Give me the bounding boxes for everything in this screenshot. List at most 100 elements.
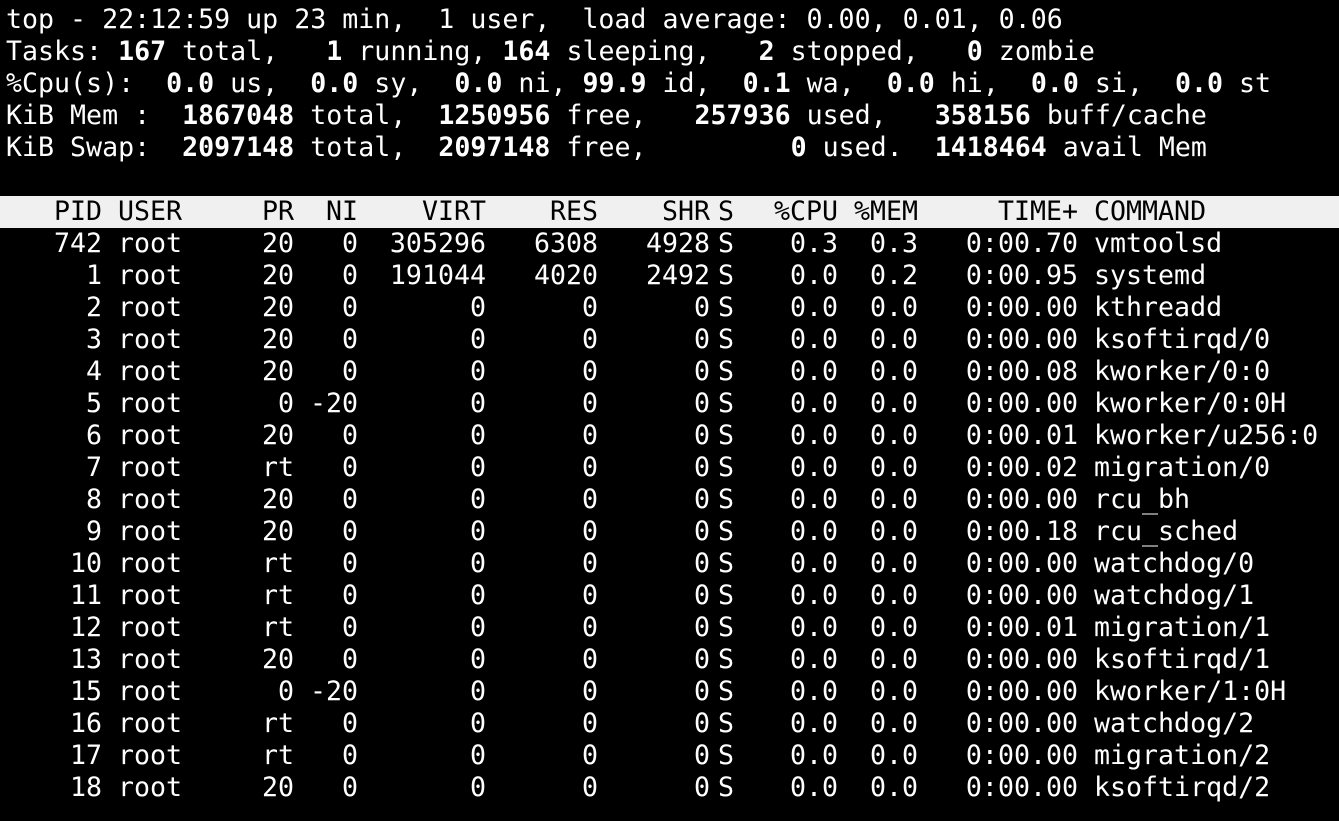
swap-avail-label: avail Mem	[1046, 132, 1207, 163]
table-row[interactable]: 18 root 20 0 0 0 0 S 0.0 0.0 0:00.00 ksoftirqd/2	[0, 772, 1339, 804]
cell-user: root	[118, 644, 183, 675]
cpu-ni: 0.0	[454, 68, 503, 99]
cell-shr: 0	[693, 292, 710, 323]
cell-cpu: 0.0	[789, 580, 838, 611]
cell-mem: 0.0	[869, 644, 918, 675]
table-row[interactable]: 11 root rt 0 0 0 0 S 0.0 0.0 0:00.00 watchdog/1	[0, 580, 1339, 612]
cell-pid: 10	[69, 548, 102, 579]
cell-res: 0	[581, 356, 598, 387]
cell-shr: 0	[693, 324, 710, 355]
table-row[interactable]: 7 root rt 0 0 0 0 S 0.0 0.0 0:00.02 migration/0	[0, 452, 1339, 484]
col-res[interactable]: RES	[486, 196, 598, 228]
cell-cpu: 0.0	[789, 740, 838, 771]
mem-free-label: free,	[550, 100, 647, 131]
cell-ni: -20	[309, 388, 358, 419]
cell-ni: 0	[341, 612, 358, 643]
col-cpu[interactable]: %CPU	[742, 196, 838, 228]
col-s[interactable]: S	[710, 196, 742, 228]
col-shr[interactable]: SHR	[598, 196, 710, 228]
cell-time: 0:00.01	[965, 612, 1078, 643]
cell-pid: 13	[69, 644, 102, 675]
col-mem[interactable]: %MEM	[838, 196, 918, 228]
cell-mem: 0.2	[869, 260, 918, 291]
cell-time: 0:00.01	[965, 420, 1078, 451]
cell-command: watchdog/1	[1094, 580, 1255, 611]
cell-pid: 4	[85, 356, 102, 387]
cell-time: 0:00.00	[965, 740, 1078, 771]
table-row[interactable]: 742 root 20 0 305296 6308 4928 S 0.3 0.3 0:00.70 vm…	[0, 228, 1339, 260]
cell-mem: 0.0	[869, 356, 918, 387]
cell-res: 6308	[533, 228, 598, 259]
cell-virt: 0	[469, 548, 486, 579]
cell-mem: 0.3	[869, 228, 918, 259]
cell-time: 0:00.00	[965, 548, 1078, 579]
cell-pid: 1	[85, 260, 102, 291]
cell-time: 0:00.00	[965, 772, 1078, 803]
cell-user: root	[118, 292, 183, 323]
table-row[interactable]: 13 root 20 0 0 0 0 S 0.0 0.0 0:00.00 ksoftirqd/1	[0, 644, 1339, 676]
cell-s: S	[717, 452, 734, 483]
cell-s: S	[717, 772, 734, 803]
table-row[interactable]: 1 root 20 0 191044 4020 2492 S 0.0 0.2 0:00.95 syst…	[0, 260, 1339, 292]
terminal-window[interactable]: top - 22:12:59 up 23 min, 1 user, load a…	[0, 0, 1339, 821]
cell-command: ksoftirqd/2	[1094, 772, 1271, 803]
cell-cpu: 0.0	[789, 292, 838, 323]
cpu-id-label: id,	[646, 68, 711, 99]
col-user[interactable]: USER	[102, 196, 246, 228]
cell-pid: 2	[85, 292, 102, 323]
cell-shr: 0	[693, 548, 710, 579]
mem-total: 1867048	[182, 100, 295, 131]
swap-line: KiB Swap: 2097148 total, 2097148 free, 0…	[0, 132, 1339, 164]
cell-res: 0	[581, 676, 598, 707]
table-row[interactable]: 6 root 20 0 0 0 0 S 0.0 0.0 0:00.01 kworker/u256:0	[0, 420, 1339, 452]
cell-ni: 0	[341, 516, 358, 547]
cell-s: S	[717, 292, 734, 323]
col-command[interactable]: COMMAND	[1078, 196, 1334, 228]
cell-s: S	[717, 708, 734, 739]
cell-pr: 0	[277, 388, 294, 419]
cell-virt: 0	[469, 516, 486, 547]
cell-pid: 5	[85, 388, 102, 419]
cell-shr: 0	[693, 420, 710, 451]
cell-cpu: 0.3	[789, 228, 838, 259]
col-virt[interactable]: VIRT	[358, 196, 486, 228]
table-row[interactable]: 9 root 20 0 0 0 0 S 0.0 0.0 0:00.18 rcu_sched	[0, 516, 1339, 548]
table-row[interactable]: 15 root 0 -20 0 0 0 S 0.0 0.0 0:00.00 kworker/1:0H	[0, 676, 1339, 708]
cell-ni: 0	[341, 644, 358, 675]
cell-pid: 15	[69, 676, 102, 707]
cell-pid: 6	[85, 420, 102, 451]
table-row[interactable]: 2 root 20 0 0 0 0 S 0.0 0.0 0:00.00 kthreadd	[0, 292, 1339, 324]
cell-cpu: 0.0	[789, 772, 838, 803]
cell-pid: 11	[69, 580, 102, 611]
cell-res: 0	[581, 516, 598, 547]
cell-mem: 0.0	[869, 452, 918, 483]
cell-res: 0	[581, 772, 598, 803]
table-row[interactable]: 8 root 20 0 0 0 0 S 0.0 0.0 0:00.00 rcu_bh	[0, 484, 1339, 516]
col-ni[interactable]: NI	[294, 196, 358, 228]
cell-command: rcu_bh	[1094, 484, 1191, 515]
cell-res: 0	[581, 708, 598, 739]
table-row[interactable]: 17 root rt 0 0 0 0 S 0.0 0.0 0:00.00 migration/2	[0, 740, 1339, 772]
cell-mem: 0.0	[869, 612, 918, 643]
cpu-label: %Cpu(s):	[6, 68, 135, 99]
cell-pid: 9	[85, 516, 102, 547]
table-row[interactable]: 3 root 20 0 0 0 0 S 0.0 0.0 0:00.00 ksoftirqd/0	[0, 324, 1339, 356]
table-row[interactable]: 12 root rt 0 0 0 0 S 0.0 0.0 0:00.01 migration/1	[0, 612, 1339, 644]
cell-user: root	[118, 740, 183, 771]
cell-ni: 0	[341, 740, 358, 771]
cpu-us: 0.0	[166, 68, 215, 99]
table-row[interactable]: 4 root 20 0 0 0 0 S 0.0 0.0 0:00.08 kworker/0:0	[0, 356, 1339, 388]
col-pid[interactable]: PID	[6, 196, 102, 228]
table-row[interactable]: 10 root rt 0 0 0 0 S 0.0 0.0 0:00.00 watchdog/0	[0, 548, 1339, 580]
col-pr[interactable]: PR	[246, 196, 294, 228]
cell-time: 0:00.00	[965, 708, 1078, 739]
col-time[interactable]: TIME+	[918, 196, 1078, 228]
table-row[interactable]: 16 root rt 0 0 0 0 S 0.0 0.0 0:00.00 watchdog/2	[0, 708, 1339, 740]
mem-buff: 358156	[934, 100, 1031, 131]
cell-command: migration/0	[1094, 452, 1271, 483]
cpu-si-label: si,	[1078, 68, 1143, 99]
cell-ni: 0	[341, 580, 358, 611]
table-row[interactable]: 5 root 0 -20 0 0 0 S 0.0 0.0 0:00.00 kworker/0:0H	[0, 388, 1339, 420]
cell-s: S	[717, 580, 734, 611]
cell-res: 0	[581, 484, 598, 515]
